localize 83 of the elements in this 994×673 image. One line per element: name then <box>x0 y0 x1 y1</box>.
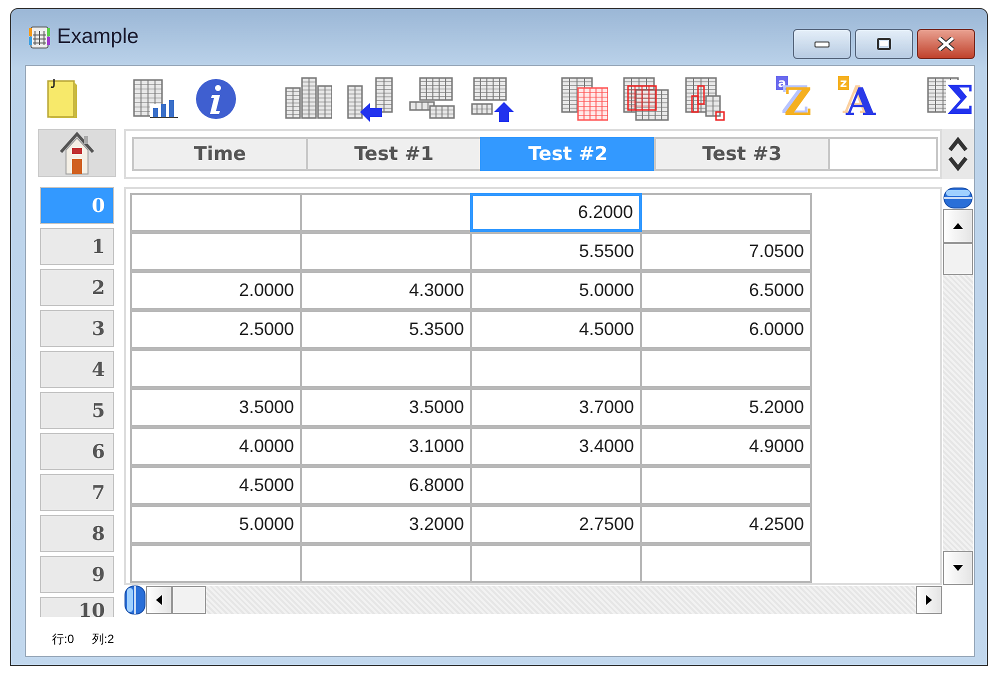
row-header[interactable]: 9 <box>40 556 114 593</box>
table-grid-icon[interactable] <box>560 76 608 122</box>
table-cell[interactable]: 4.3000 <box>300 271 472 310</box>
app-icon <box>27 24 53 50</box>
home-icon[interactable] <box>60 132 94 174</box>
column-indicator: 列:2 <box>92 631 114 648</box>
table-cell[interactable] <box>640 544 812 583</box>
table-cell[interactable]: 6.2000 <box>470 193 642 232</box>
table-rows-icon[interactable] <box>408 76 456 122</box>
chevron-up-icon[interactable] <box>946 134 970 154</box>
chevron-down-icon[interactable] <box>946 154 970 174</box>
column-header[interactable]: Test #3 <box>654 137 830 171</box>
table-cell[interactable]: 5.2000 <box>640 388 812 427</box>
scroll-left-button[interactable] <box>146 586 172 614</box>
table-cell[interactable]: 7.0500 <box>640 232 812 271</box>
table-cell[interactable]: 2.0000 <box>130 271 302 310</box>
table-cell[interactable]: 3.7000 <box>470 388 642 427</box>
table-cell[interactable] <box>640 466 812 505</box>
table-cell[interactable]: 3.1000 <box>300 427 472 466</box>
table-cell[interactable]: 4.0000 <box>130 427 302 466</box>
row-indicator: 行:0 <box>52 631 74 648</box>
table-columns-icon[interactable] <box>284 76 332 122</box>
table-cell[interactable] <box>640 349 812 388</box>
table-cell[interactable]: 5.0000 <box>470 271 642 310</box>
split-handle-icon[interactable] <box>943 187 973 209</box>
table-cell[interactable]: 5.3500 <box>300 310 472 349</box>
table-cell[interactable]: 4.9000 <box>640 427 812 466</box>
table-cell[interactable] <box>300 193 472 232</box>
row-header[interactable]: 3 <box>40 310 114 347</box>
row-header[interactable]: 10 <box>40 597 114 617</box>
minimize-button[interactable] <box>793 29 851 59</box>
table-cell[interactable]: 3.5000 <box>300 388 472 427</box>
scroll-thumb[interactable] <box>943 243 973 275</box>
table-cell[interactable]: 3.5000 <box>130 388 302 427</box>
row-header[interactable]: 5 <box>40 392 114 429</box>
table-cell[interactable] <box>300 349 472 388</box>
table-cell[interactable]: 5.0000 <box>130 505 302 544</box>
row-header[interactable]: 4 <box>40 351 114 388</box>
scroll-up-button[interactable] <box>943 209 973 243</box>
table-cell[interactable]: 6.8000 <box>300 466 472 505</box>
table-cell[interactable] <box>300 232 472 271</box>
table-cell[interactable]: 4.5000 <box>130 466 302 505</box>
table-cell[interactable]: 2.7500 <box>470 505 642 544</box>
row-header[interactable]: 2 <box>40 269 114 306</box>
table-cell[interactable] <box>470 544 642 583</box>
table-cell[interactable] <box>130 232 302 271</box>
minimize-icon[interactable] <box>814 39 830 49</box>
table-cell[interactable] <box>130 193 302 232</box>
arrow-up-icon[interactable] <box>952 222 964 230</box>
table-cell[interactable]: 6.0000 <box>640 310 812 349</box>
maximize-button[interactable] <box>855 29 913 59</box>
row-header[interactable]: 8 <box>40 515 114 552</box>
column-header[interactable]: Test #1 <box>306 137 482 171</box>
close-icon[interactable] <box>936 37 956 51</box>
table-arrow-left-icon[interactable] <box>346 76 394 122</box>
table-cell[interactable] <box>470 349 642 388</box>
scroll-down-button[interactable] <box>943 551 973 585</box>
table-cell[interactable]: 3.2000 <box>300 505 472 544</box>
scroll-right-button[interactable] <box>916 586 942 614</box>
window-title: Example <box>57 25 139 49</box>
table-cell[interactable] <box>130 544 302 583</box>
scroll-thumb[interactable] <box>172 586 206 614</box>
table-cell[interactable] <box>130 349 302 388</box>
row-header[interactable]: 6 <box>40 433 114 470</box>
split-handle-icon[interactable] <box>124 585 146 615</box>
table-cell[interactable]: 6.5000 <box>640 271 812 310</box>
table-stack-icon[interactable] <box>622 76 670 122</box>
arrow-right-icon[interactable] <box>925 594 933 606</box>
arrow-left-icon[interactable] <box>155 594 163 606</box>
table-cell[interactable]: 3.4000 <box>470 427 642 466</box>
column-header[interactable]: Time <box>132 137 308 171</box>
table-cell[interactable] <box>640 193 812 232</box>
arrow-down-icon[interactable] <box>952 564 964 572</box>
table-cell[interactable] <box>300 544 472 583</box>
table-cell[interactable]: 5.5500 <box>470 232 642 271</box>
close-button[interactable] <box>917 29 975 59</box>
row-header[interactable]: 1 <box>40 228 114 265</box>
table-cell[interactable]: 2.5000 <box>130 310 302 349</box>
row-header[interactable]: 7 <box>40 474 114 511</box>
table-cell[interactable]: 4.5000 <box>470 310 642 349</box>
maximize-icon[interactable] <box>876 38 892 50</box>
table-cell[interactable] <box>470 466 642 505</box>
table-cell[interactable]: 4.2500 <box>640 505 812 544</box>
